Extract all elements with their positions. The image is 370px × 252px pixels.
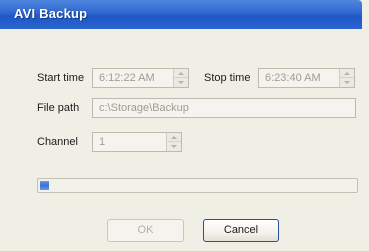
channel-label: Channel: [37, 136, 78, 148]
channel-value: 1: [99, 136, 106, 148]
backup-progress-bar: [37, 178, 358, 193]
stop-time-spinner[interactable]: [339, 69, 354, 87]
ok-button[interactable]: OK: [107, 219, 184, 242]
channel-field[interactable]: 1: [92, 132, 182, 152]
start-time-value: 6:12:22 AM: [99, 72, 155, 84]
chevron-up-icon: [171, 136, 177, 139]
start-time-spinner[interactable]: [173, 69, 188, 87]
title-bar[interactable]: AVI Backup: [0, 0, 362, 29]
start-time-label: Start time: [37, 72, 85, 84]
chevron-up-icon: [344, 72, 350, 75]
file-path-field[interactable]: c:\Storage\Backup: [92, 98, 356, 118]
chevron-down-icon: [178, 81, 184, 84]
stop-time-field[interactable]: 6:23:40 AM: [258, 68, 355, 88]
stop-time-value: 6:23:40 AM: [265, 72, 321, 84]
chevron-down-icon: [344, 81, 350, 84]
channel-spinner[interactable]: [166, 133, 181, 151]
start-time-down-button[interactable]: [174, 78, 188, 87]
channel-up-button[interactable]: [167, 133, 181, 142]
progress-fill: [40, 181, 49, 190]
stop-time-up-button[interactable]: [340, 69, 354, 78]
cancel-button[interactable]: Cancel: [203, 219, 279, 242]
avi-backup-dialog: AVI Backup Start time 6:12:22 AM Stop ti…: [0, 0, 370, 252]
file-path-value: c:\Storage\Backup: [99, 102, 189, 114]
start-time-field[interactable]: 6:12:22 AM: [92, 68, 189, 88]
channel-down-button[interactable]: [167, 142, 181, 151]
chevron-up-icon: [178, 72, 184, 75]
stop-time-label: Stop time: [204, 72, 251, 84]
start-time-up-button[interactable]: [174, 69, 188, 78]
file-path-label: File path: [37, 102, 80, 114]
stop-time-down-button[interactable]: [340, 78, 354, 87]
chevron-down-icon: [171, 145, 177, 148]
window-title: AVI Backup: [14, 6, 88, 21]
